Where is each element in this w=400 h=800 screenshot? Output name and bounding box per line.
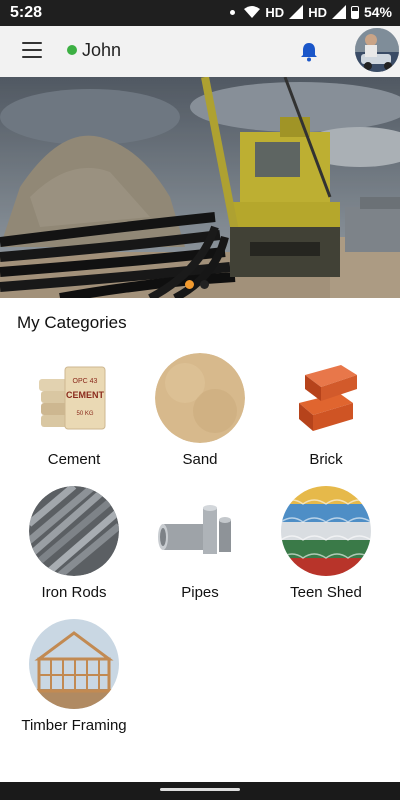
category-label: Cement — [47, 451, 101, 468]
menu-icon-line — [22, 49, 42, 51]
brick-icon — [281, 353, 371, 443]
app-bar — [0, 26, 400, 77]
signal-icon — [289, 5, 304, 19]
sand-icon — [155, 353, 245, 443]
category-label: Brick — [309, 451, 343, 468]
category-pipes[interactable]: Pipes — [140, 486, 260, 601]
category-iron-rods[interactable]: Iron Rods — [14, 486, 134, 601]
category-label: Timber Framing — [21, 717, 127, 734]
hero-banner[interactable] — [0, 77, 400, 298]
home-gesture-bar[interactable] — [160, 788, 240, 791]
category-label: Iron Rods — [41, 584, 107, 601]
online-status-dot — [67, 45, 77, 55]
cement-bags-icon: OPC 43 CEMENT 50 KG — [29, 353, 119, 443]
menu-button[interactable] — [22, 42, 42, 60]
category-brick[interactable]: Brick — [266, 353, 386, 468]
menu-icon-line — [22, 42, 42, 44]
status-time: 5:28 — [10, 4, 43, 21]
section-title: My Categories — [17, 313, 127, 332]
category-label: Sand — [182, 451, 218, 468]
signal-icon-2 — [331, 5, 346, 19]
pipes-icon — [155, 486, 245, 576]
menu-icon-line — [22, 56, 42, 58]
roof-sheet-icon — [281, 486, 371, 576]
category-cement[interactable]: OPC 43 CEMENT 50 KG Cement — [14, 353, 134, 468]
construction-site-image — [0, 77, 400, 298]
battery-percent: 54% — [363, 4, 392, 20]
wifi-icon — [244, 6, 261, 18]
carousel-indicator — [185, 280, 209, 289]
svg-text:OPC 43: OPC 43 — [73, 378, 98, 385]
battery-icon — [350, 5, 359, 19]
status-icons: HD HD 54% — [230, 4, 392, 20]
iron-rods-icon — [29, 486, 119, 576]
network-type-2: HD — [308, 4, 327, 20]
notification-bell-icon[interactable] — [300, 42, 318, 62]
category-label: Pipes — [181, 584, 219, 601]
system-nav-bar — [0, 782, 400, 800]
status-bar: 5:28 HD HD 54% — [0, 0, 400, 26]
timber-framing-icon — [29, 619, 119, 709]
svg-text:CEMENT: CEMENT — [66, 390, 105, 400]
carousel-dot-1[interactable] — [185, 280, 194, 289]
svg-text:50 KG: 50 KG — [76, 411, 93, 417]
avatar-photo — [355, 28, 399, 72]
carousel-dot-2[interactable] — [200, 280, 209, 289]
category-label: Teen Shed — [290, 584, 362, 601]
category-teen-shed[interactable]: Teen Shed — [266, 486, 386, 601]
category-sand[interactable]: Sand — [140, 353, 260, 468]
network-type-1: HD — [265, 4, 285, 20]
notification-dot-icon — [230, 9, 236, 15]
user-name: John — [82, 40, 122, 60]
category-timber-framing[interactable]: Timber Framing — [14, 619, 134, 734]
avatar[interactable] — [355, 28, 399, 72]
